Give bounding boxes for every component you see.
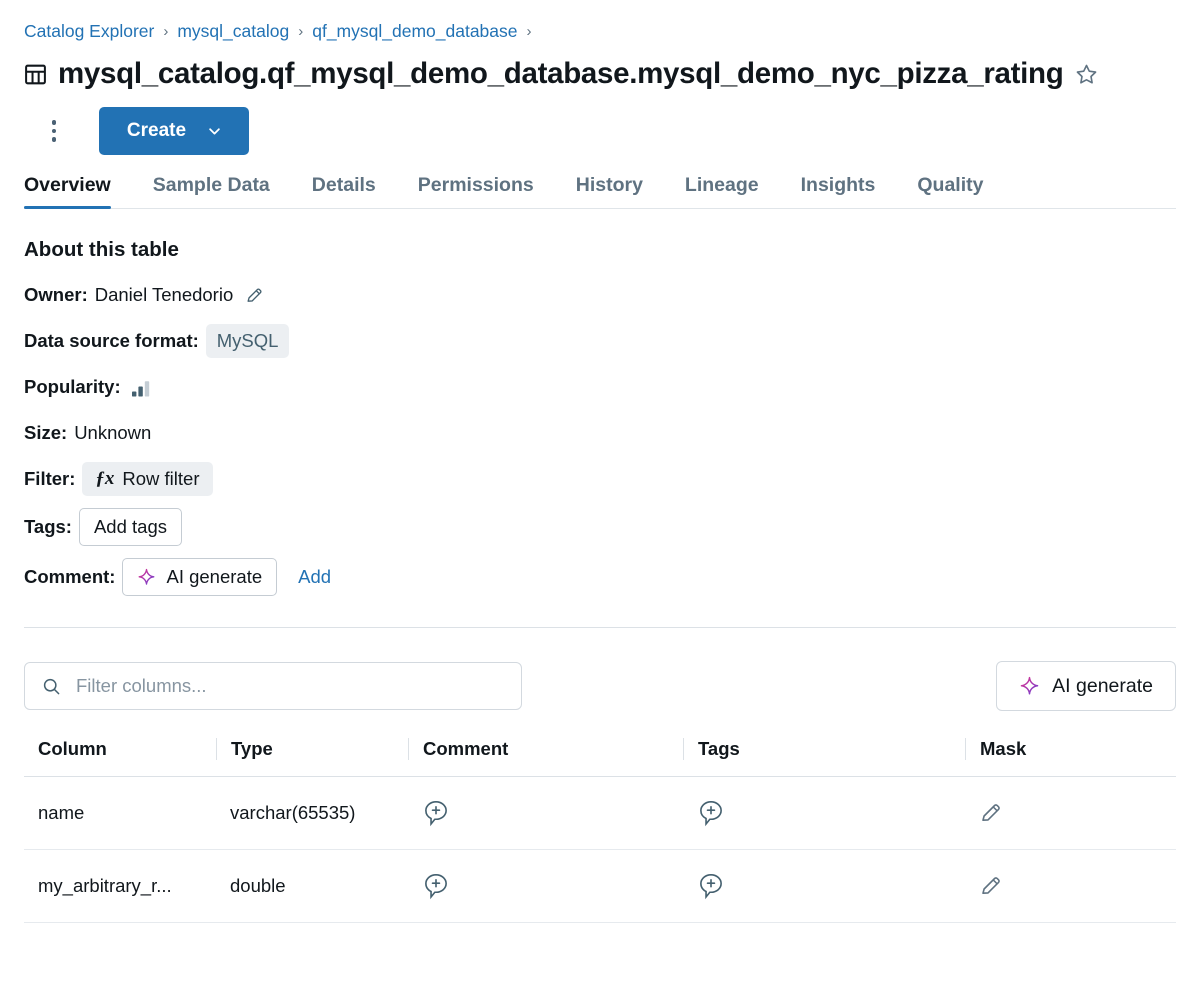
meta-row-owner: Owner: Daniel Tenedorio — [24, 278, 1176, 312]
tags-label: Tags: — [24, 516, 72, 538]
sparkle-icon — [1019, 676, 1040, 697]
about-metadata-list: Owner: Daniel Tenedorio Data source form… — [24, 278, 1176, 596]
add-tags-button[interactable]: Add tags — [79, 508, 182, 546]
create-button[interactable]: Create — [99, 107, 249, 155]
table-icon — [24, 63, 47, 86]
columns-table: Column Type Comment Tags Mask name varch… — [24, 738, 1176, 923]
table-row: my_arbitrary_r... double — [24, 850, 1176, 923]
column-header-column[interactable]: Column — [24, 738, 216, 777]
bar-chart-icon — [131, 378, 151, 397]
row-filter-button[interactable]: ƒx Row filter — [82, 462, 212, 496]
star-icon[interactable] — [1075, 63, 1098, 86]
meta-row-filter: Filter: ƒx Row filter — [24, 462, 1176, 496]
meta-row-popularity: Popularity: — [24, 370, 1176, 404]
pencil-icon[interactable] — [979, 801, 1003, 825]
row-filter-label: Row filter — [122, 466, 199, 492]
tab-history[interactable]: History — [555, 174, 664, 208]
tab-sample-data[interactable]: Sample Data — [132, 174, 291, 208]
breadcrumb-item-database[interactable]: qf_mysql_demo_database — [312, 21, 517, 42]
cell-column-tags — [683, 850, 965, 923]
breadcrumb-separator: › — [298, 24, 303, 39]
breadcrumb-separator: › — [527, 24, 532, 39]
catalog-explorer-page: Catalog Explorer › mysql_catalog › qf_my… — [0, 0, 1200, 997]
columns-toolbar: AI generate — [24, 661, 1176, 711]
filter-columns-input[interactable] — [74, 674, 504, 698]
cell-column-tags — [683, 777, 965, 850]
tab-quality[interactable]: Quality — [896, 174, 1004, 208]
tab-insights[interactable]: Insights — [780, 174, 897, 208]
action-bar: Create — [24, 106, 1176, 156]
filter-columns-search-box[interactable] — [24, 662, 522, 710]
cell-column-type: double — [216, 850, 408, 923]
tab-details[interactable]: Details — [291, 174, 397, 208]
add-comment-icon[interactable] — [422, 872, 450, 900]
columns-ai-generate-label: AI generate — [1052, 675, 1153, 698]
add-comment-icon[interactable] — [422, 799, 450, 827]
chevron-down-icon — [208, 125, 221, 138]
section-divider — [24, 627, 1176, 628]
meta-row-comment: Comment: AI generate Add — [24, 558, 1176, 596]
page-title-row: mysql_catalog.qf_mysql_demo_database.mys… — [24, 54, 1176, 94]
column-header-tags[interactable]: Tags — [683, 738, 965, 777]
add-tag-icon[interactable] — [697, 799, 725, 827]
cell-column-mask — [965, 850, 1176, 923]
comment-ai-generate-button[interactable]: AI generate — [122, 558, 277, 596]
function-icon: ƒx — [95, 466, 114, 492]
cell-column-comment — [408, 850, 683, 923]
about-heading: About this table — [24, 238, 1176, 262]
breadcrumb-item-catalog-explorer[interactable]: Catalog Explorer — [24, 21, 154, 42]
breadcrumb-separator: › — [163, 24, 168, 39]
filter-label: Filter: — [24, 468, 75, 490]
pencil-icon[interactable] — [979, 874, 1003, 898]
cell-column-comment — [408, 777, 683, 850]
tab-lineage[interactable]: Lineage — [664, 174, 780, 208]
column-header-type[interactable]: Type — [216, 738, 408, 777]
breadcrumb-item-mysql-catalog[interactable]: mysql_catalog — [177, 21, 289, 42]
more-options-icon[interactable] — [35, 112, 73, 150]
data-source-format-label: Data source format: — [24, 330, 199, 352]
column-header-mask[interactable]: Mask — [965, 738, 1176, 777]
breadcrumb: Catalog Explorer › mysql_catalog › qf_my… — [24, 0, 1176, 48]
sparkle-icon — [137, 568, 156, 587]
add-tag-icon[interactable] — [697, 872, 725, 900]
column-header-comment[interactable]: Comment — [408, 738, 683, 777]
cell-column-type: varchar(65535) — [216, 777, 408, 850]
popularity-label: Popularity: — [24, 376, 121, 398]
columns-ai-generate-button[interactable]: AI generate — [996, 661, 1176, 711]
size-value: Unknown — [74, 422, 151, 444]
owner-label: Owner: — [24, 284, 88, 306]
size-label: Size: — [24, 422, 67, 444]
meta-row-size: Size: Unknown — [24, 416, 1176, 450]
columns-table-header-row: Column Type Comment Tags Mask — [24, 738, 1176, 777]
table-row: name varchar(65535) — [24, 777, 1176, 850]
comment-ai-generate-label: AI generate — [166, 564, 262, 590]
cell-column-mask — [965, 777, 1176, 850]
comment-label: Comment: — [24, 566, 115, 588]
cell-column-name: name — [24, 777, 216, 850]
pencil-icon[interactable] — [245, 286, 264, 305]
cell-column-name: my_arbitrary_r... — [24, 850, 216, 923]
page-title: mysql_catalog.qf_mysql_demo_database.mys… — [58, 57, 1064, 91]
meta-row-data-source-format: Data source format: MySQL — [24, 324, 1176, 358]
data-source-format-badge[interactable]: MySQL — [206, 324, 290, 358]
create-button-label: Create — [127, 120, 186, 142]
meta-row-tags: Tags: Add tags — [24, 508, 1176, 546]
owner-value: Daniel Tenedorio — [95, 284, 234, 306]
tab-bar: Overview Sample Data Details Permissions… — [24, 166, 1176, 209]
search-icon — [42, 677, 61, 696]
tab-overview[interactable]: Overview — [24, 174, 132, 208]
tab-permissions[interactable]: Permissions — [397, 174, 555, 208]
comment-add-link[interactable]: Add — [298, 566, 331, 588]
